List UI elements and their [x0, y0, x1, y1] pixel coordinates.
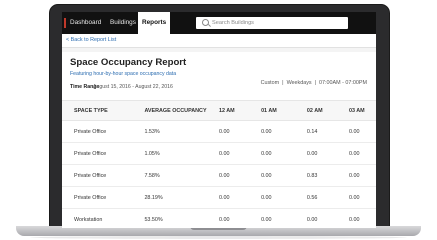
- table-cell: 0.00: [306, 142, 349, 165]
- table-cell: 1.05%: [144, 142, 219, 165]
- nav-dashboard[interactable]: Dashboard: [70, 12, 101, 34]
- occupancy-table: SPACE TYPE AVERAGE OCCUPANCY 12 AM 01 AM…: [62, 100, 376, 228]
- column-header[interactable]: 03 AM: [348, 100, 376, 121]
- table-cell: Private Office: [62, 120, 145, 143]
- option-custom[interactable]: Custom: [261, 80, 280, 86]
- laptop-shadow: [30, 236, 407, 239]
- top-navigation-bar: Dashboard Buildings Reports Search Build…: [62, 12, 376, 34]
- column-header[interactable]: SPACE TYPE: [62, 100, 145, 121]
- table-cell: 0.00: [348, 186, 376, 209]
- table-cell: 0.00: [218, 142, 262, 165]
- report-options: Custom | Weekdays | 07:00AM - 07:00PM: [260, 80, 367, 86]
- table-cell: 0.00: [218, 164, 262, 187]
- option-hours[interactable]: 07:00AM - 07:00PM: [319, 80, 367, 86]
- back-navigation-bar: < Back to Report List: [62, 34, 376, 48]
- table-cell: Private Office: [62, 186, 145, 209]
- report-subtitle: Featuring hour-by-hour space occupancy d…: [70, 71, 177, 77]
- table-cell: 0.00: [261, 164, 307, 187]
- table-cell: 0.00: [348, 142, 376, 165]
- table-cell: 0.00: [261, 186, 307, 209]
- table-row[interactable]: Private Office 1.05% 0.00 0.00 0.00 0.00: [62, 142, 376, 165]
- table-cell: 28.19%: [144, 186, 219, 209]
- option-weekdays[interactable]: Weekdays: [287, 80, 312, 86]
- back-to-report-list-link[interactable]: < Back to Report List: [66, 34, 116, 47]
- report-title: Space Occupancy Report: [70, 57, 187, 68]
- table-cell: 0.56: [306, 186, 349, 209]
- table-cell: 0.00: [261, 142, 307, 165]
- table-cell: 0.00: [218, 186, 262, 209]
- table-cell: 0.00: [348, 164, 376, 187]
- table-cell: 1.53%: [144, 120, 219, 143]
- table-cell: 0.00: [306, 208, 349, 228]
- table-row[interactable]: Workstation 53.50% 0.00 0.00 0.00 0.00: [62, 208, 376, 228]
- table-row[interactable]: Private Office 28.19% 0.00 0.00 0.56 0.0…: [62, 186, 376, 209]
- table-cell: 0.83: [306, 164, 349, 187]
- time-range-value: August 15, 2016 - August 22, 2016: [93, 84, 173, 90]
- column-header[interactable]: 02 AM: [306, 100, 349, 121]
- table-cell: Private Office: [62, 164, 145, 187]
- column-header[interactable]: 12 AM: [218, 100, 262, 121]
- column-header[interactable]: 01 AM: [261, 100, 307, 121]
- table-cell: 53.50%: [144, 208, 219, 228]
- search-placeholder: Search Buildings: [212, 20, 254, 26]
- table-cell: 0.00: [348, 120, 376, 143]
- table-cell: 0.00: [218, 120, 262, 143]
- nav-buildings[interactable]: Buildings: [110, 12, 136, 34]
- brand-logo: [64, 18, 66, 28]
- table-row[interactable]: Private Office 1.53% 0.00 0.00 0.14 0.00: [62, 120, 376, 143]
- table-cell: 7.58%: [144, 164, 219, 187]
- column-header[interactable]: AVERAGE OCCUPANCY: [144, 100, 219, 121]
- report-card: Space Occupancy Report Featuring hour-by…: [62, 52, 376, 228]
- table-cell: Private Office: [62, 142, 145, 165]
- app-screen: Dashboard Buildings Reports Search Build…: [62, 12, 376, 228]
- table-cell: 0.00: [348, 208, 376, 228]
- table-row[interactable]: Private Office 7.58% 0.00 0.00 0.83 0.00: [62, 164, 376, 187]
- table-cell: 0.14: [306, 120, 349, 143]
- table-cell: 0.00: [261, 208, 307, 228]
- table-cell: 0.00: [261, 120, 307, 143]
- nav-reports[interactable]: Reports: [138, 12, 171, 34]
- search-input[interactable]: Search Buildings: [196, 17, 348, 29]
- search-icon: [202, 19, 209, 26]
- table-cell: Workstation: [62, 208, 145, 228]
- table-header-row: SPACE TYPE AVERAGE OCCUPANCY 12 AM 01 AM…: [62, 100, 376, 121]
- table-cell: 0.00: [218, 208, 262, 228]
